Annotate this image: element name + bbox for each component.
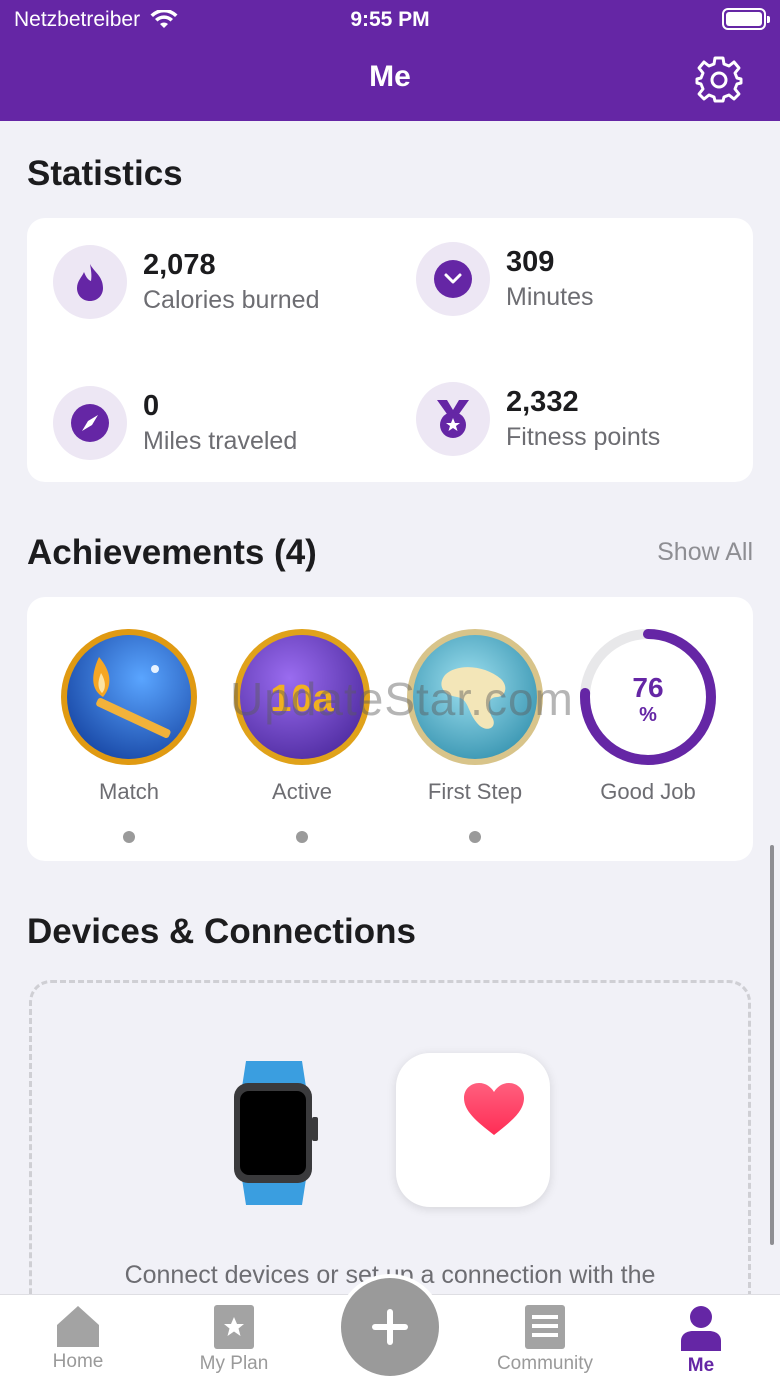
watermark-text: UpdateStar.com xyxy=(230,673,574,725)
statistics-card: 2,078 Calories burned 309 Minutes 0 Mile… xyxy=(27,218,753,482)
achievement-first-step[interactable]: First Step xyxy=(400,627,550,843)
home-icon xyxy=(57,1306,99,1347)
progress-value: 76 xyxy=(632,672,663,703)
medal-icon xyxy=(437,400,469,438)
compass-icon xyxy=(71,404,109,442)
stat-miles: 0 Miles traveled xyxy=(53,386,297,460)
tab-label: Home xyxy=(52,1351,104,1372)
unread-dot xyxy=(296,831,308,843)
health-app-icon xyxy=(396,1053,550,1207)
show-all-link[interactable]: Show All xyxy=(657,538,753,567)
stat-value: 0 xyxy=(143,390,160,422)
tab-my-plan[interactable]: My Plan xyxy=(164,1305,304,1375)
tab-label: My Plan xyxy=(199,1353,269,1374)
stat-label: Calories burned xyxy=(143,286,320,314)
plus-icon xyxy=(372,1309,408,1345)
achievement-label: Good Job xyxy=(600,779,696,804)
heart-icon xyxy=(464,1083,524,1135)
stat-icon-bg xyxy=(53,245,127,319)
plan-star-icon xyxy=(214,1305,254,1349)
page-title: Me xyxy=(369,60,411,93)
devices-title: Devices & Connections xyxy=(27,912,416,951)
achievement-label: Match xyxy=(99,779,159,804)
flame-icon xyxy=(77,264,103,301)
stat-minutes: 309 Minutes xyxy=(416,242,594,316)
achievement-active[interactable]: 10a Active xyxy=(227,627,377,843)
stat-value: 2,332 xyxy=(506,386,579,418)
stat-value: 309 xyxy=(506,246,555,278)
match-badge-icon xyxy=(61,629,197,765)
unread-dot xyxy=(469,831,481,843)
tab-label: Community xyxy=(496,1353,594,1374)
top-bar: Netzbetreiber 9:55 PM Me xyxy=(0,0,780,121)
stat-label: Minutes xyxy=(506,283,594,311)
smartwatch-icon xyxy=(234,1061,318,1205)
stat-value: 2,078 xyxy=(143,249,216,281)
achievements-title: Achievements (4) xyxy=(27,533,317,572)
tab-home[interactable]: Home xyxy=(8,1305,148,1373)
achievement-good-job[interactable]: 76 % Good Job xyxy=(573,627,723,805)
stat-fitness-points: 2,332 Fitness points xyxy=(416,382,660,456)
clock-icon xyxy=(434,260,472,298)
achievement-match[interactable]: Match xyxy=(54,627,204,843)
stat-label: Miles traveled xyxy=(143,427,298,455)
tab-me[interactable]: Me xyxy=(631,1305,771,1377)
achievement-label: First Step xyxy=(427,779,523,804)
gear-icon[interactable] xyxy=(694,55,744,105)
statistics-title: Statistics xyxy=(27,154,183,193)
person-icon xyxy=(681,1306,721,1351)
stat-icon-bg xyxy=(416,382,490,456)
scrollbar[interactable] xyxy=(770,845,774,1245)
stat-icon-bg xyxy=(416,242,490,316)
add-button[interactable] xyxy=(337,1274,443,1380)
status-bar: Netzbetreiber 9:55 PM xyxy=(0,6,780,36)
devices-card[interactable]: Connect devices or set up a connection w… xyxy=(29,980,751,1320)
achievements-card: Match 10a Active First Step 76 % Good Jo… xyxy=(27,597,753,861)
progress-unit: % xyxy=(639,704,657,726)
achievement-label: Active xyxy=(272,779,332,804)
status-time: 9:55 PM xyxy=(350,8,430,31)
battery-icon xyxy=(722,8,770,30)
stat-calories: 2,078 Calories burned xyxy=(53,245,320,319)
stat-icon-bg xyxy=(53,386,127,460)
stat-label: Fitness points xyxy=(506,423,661,451)
tab-community[interactable]: Community xyxy=(475,1305,615,1375)
community-icon xyxy=(525,1305,565,1349)
progress-ring: 76 % xyxy=(580,629,716,765)
tab-label: Me xyxy=(687,1355,715,1376)
unread-dot xyxy=(123,831,135,843)
